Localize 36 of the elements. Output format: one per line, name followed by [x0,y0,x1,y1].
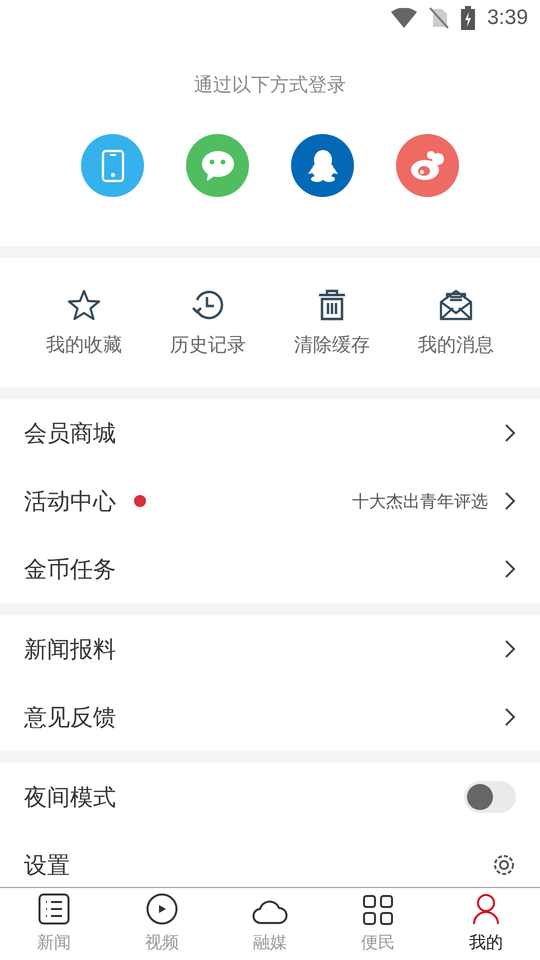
history-icon [191,288,225,322]
star-icon [67,288,101,322]
eye-icon [410,150,446,180]
penguin-icon [308,150,338,182]
shortcut-button[interactable]: 我的消息 [414,284,498,362]
menu-label[interactable]: 意见反馈 [24,702,116,732]
menu-label[interactable]: 新闻报料 [24,634,116,664]
chevron-right-icon[interactable] [504,639,516,659]
grid-icon [363,895,393,925]
chat-bubble-icon [200,150,234,182]
menu-label[interactable]: 设置 [24,850,70,880]
no-sim-icon [429,7,450,29]
menu-label[interactable]: 金币任务 [24,554,116,584]
status-time: 3:39 [487,6,528,30]
phone-icon [100,148,126,182]
chevron-right-icon[interactable] [504,559,516,579]
shortcut-button[interactable]: 历史记录 [166,284,250,362]
nav-tab[interactable]: 我的 [432,888,540,960]
gear-icon[interactable] [492,853,516,877]
chevron-right-icon[interactable] [504,707,516,727]
chevron-right-icon[interactable] [504,491,516,511]
wifi-icon [391,8,418,28]
shortcut-button[interactable]: 我的收藏 [42,284,126,362]
menu-label[interactable]: 会员商城 [24,418,116,448]
night-mode-toggle[interactable] [464,781,516,813]
menu-label[interactable]: 夜间模式 [24,782,116,812]
login-title: 通过以下方式登录 [194,73,346,98]
play-icon [146,893,178,925]
chevron-right-icon[interactable] [504,423,516,443]
envelope-icon [439,288,473,322]
battery-icon [461,6,476,30]
person-icon [472,893,500,925]
menu-label[interactable]: 活动中心 [24,486,116,516]
shortcut-button[interactable]: 清除缓存 [290,284,374,362]
list-icon [38,893,70,925]
menu-value: 十大杰出青年评选 [352,490,488,512]
